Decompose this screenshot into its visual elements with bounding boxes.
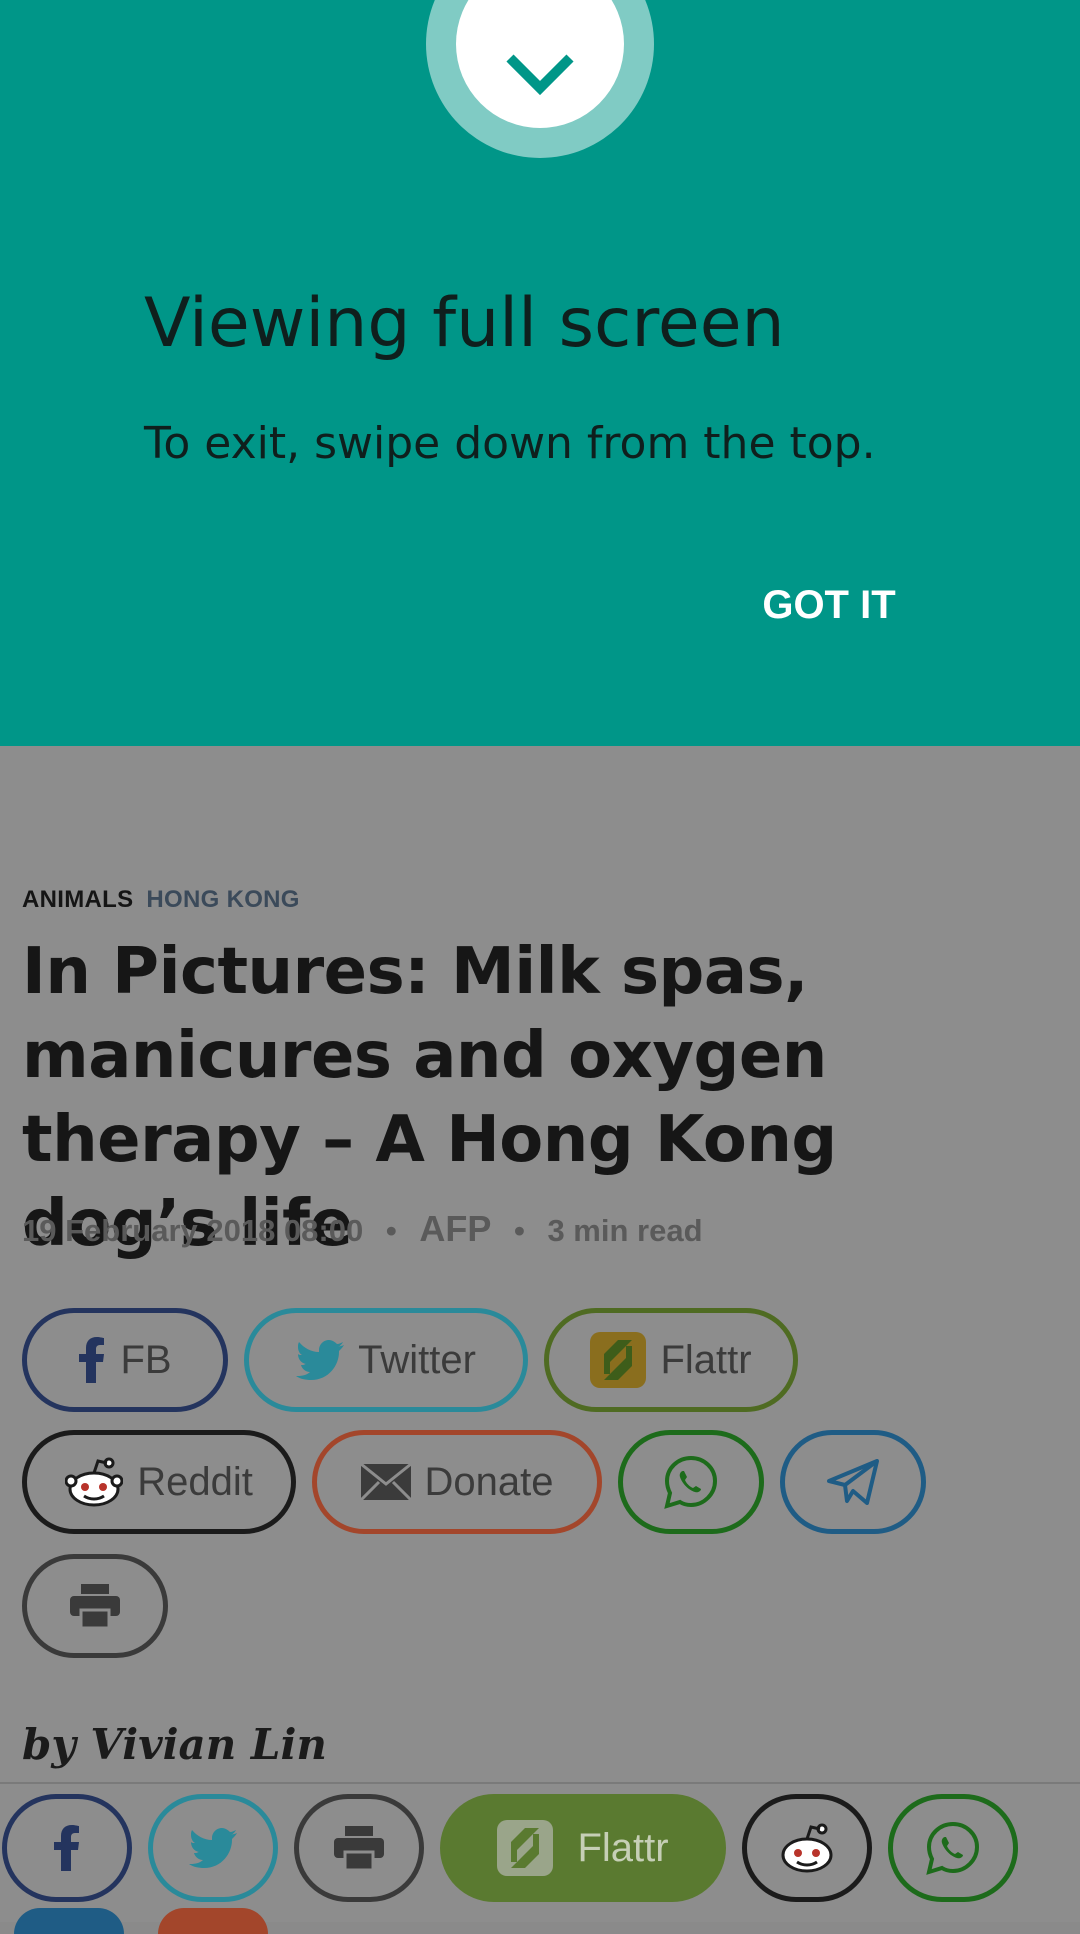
bottom-facebook-button[interactable]	[2, 1794, 132, 1902]
bottom-telegram-button-partial[interactable]	[14, 1908, 124, 1934]
print-icon	[70, 1584, 120, 1628]
print-button[interactable]	[22, 1554, 168, 1658]
share-label: FB	[120, 1337, 172, 1382]
bottom-reddit-button[interactable]	[742, 1794, 872, 1902]
article-meta: 19 February 2018 08:00 • AFP • 3 min rea…	[22, 1208, 703, 1250]
whatsapp-icon	[925, 1820, 981, 1876]
bottom-whatsapp-button[interactable]	[888, 1794, 1018, 1902]
share-twitter-button[interactable]: Twitter	[244, 1308, 528, 1412]
meta-separator: •	[513, 1213, 525, 1248]
article-date: 19 February 2018 08:00	[22, 1213, 364, 1248]
overlay-subtitle: To exit, swipe down from the top.	[144, 418, 876, 469]
flattr-icon	[590, 1332, 647, 1388]
bottom-print-button[interactable]	[294, 1794, 424, 1902]
swipe-indicator	[426, 0, 654, 158]
donate-button[interactable]: Donate	[312, 1430, 602, 1534]
whatsapp-icon	[663, 1454, 719, 1510]
category-tags: ANIMALS HONG KONG	[22, 886, 300, 914]
reddit-icon	[778, 1823, 836, 1873]
article-byline: by Vivian Lin	[22, 1720, 327, 1769]
share-label: Donate	[424, 1459, 554, 1504]
flattr-icon	[497, 1820, 554, 1876]
bottom-donate-button-partial[interactable]	[158, 1908, 268, 1934]
print-icon	[334, 1826, 384, 1870]
share-label: Twitter	[358, 1337, 476, 1382]
bottom-twitter-button[interactable]	[148, 1794, 278, 1902]
overlay-title: Viewing full screen	[144, 284, 785, 363]
twitter-icon	[189, 1828, 237, 1868]
share-reddit-button[interactable]: Reddit	[22, 1430, 296, 1534]
share-label: Flattr	[660, 1337, 752, 1382]
category-animals[interactable]: ANIMALS	[22, 886, 133, 913]
bottom-share-bar: Flattr	[0, 1782, 1080, 1934]
meta-separator: •	[385, 1213, 397, 1248]
reddit-icon	[65, 1457, 124, 1507]
telegram-icon	[827, 1459, 879, 1505]
share-whatsapp-button[interactable]	[618, 1430, 764, 1534]
fullscreen-hint-overlay: Viewing full screen To exit, swipe down …	[0, 0, 1080, 746]
share-telegram-button[interactable]	[780, 1430, 926, 1534]
bottom-flattr-button[interactable]: Flattr	[440, 1794, 726, 1902]
share-flattr-button[interactable]: Flattr	[544, 1308, 798, 1412]
twitter-icon	[296, 1340, 345, 1380]
facebook-icon	[53, 1825, 81, 1871]
share-label: Reddit	[137, 1459, 253, 1504]
facebook-icon	[78, 1337, 106, 1383]
chevron-down-icon	[504, 52, 576, 96]
envelope-icon	[360, 1464, 411, 1500]
article-source[interactable]: AFP	[419, 1208, 491, 1249]
got-it-button[interactable]: GOT IT	[744, 570, 914, 640]
share-facebook-button[interactable]: FB	[22, 1308, 228, 1412]
article-read-time: 3 min read	[547, 1213, 703, 1248]
flattr-label: Flattr	[577, 1825, 669, 1870]
category-hong-kong[interactable]: HONG KONG	[146, 886, 299, 913]
